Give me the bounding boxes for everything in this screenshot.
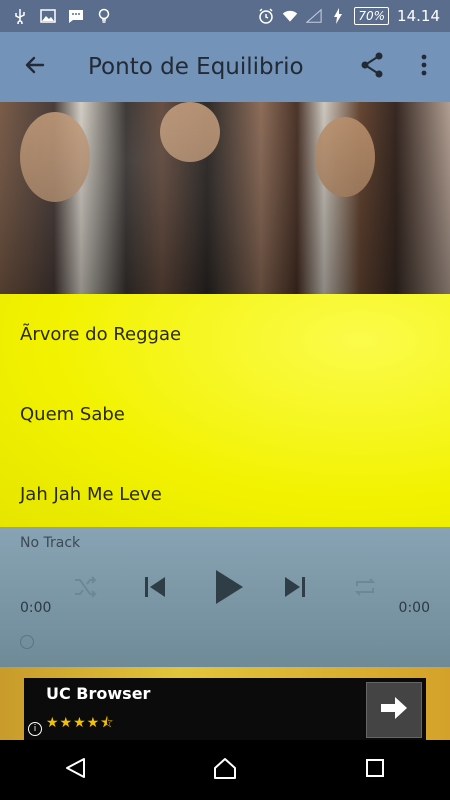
nav-home-button[interactable] [195,740,255,800]
banner-overlay [0,102,450,294]
battery-level: 70% [354,7,390,25]
overflow-menu-icon [421,54,427,80]
share-button[interactable] [346,32,398,102]
app-bar: Ponto de Equilibrio [0,32,450,102]
next-icon [283,575,307,603]
overflow-menu-button[interactable] [398,32,450,102]
nav-back-button[interactable] [45,740,105,800]
recents-nav-icon [365,758,385,782]
share-icon [360,52,384,82]
shuffle-icon [73,576,97,602]
next-button[interactable] [275,569,315,609]
alarm-icon [258,8,274,24]
previous-button[interactable] [135,569,175,609]
track-item[interactable]: Jah Jah Me Leve [0,454,450,534]
arrow-right-icon [379,695,409,725]
repeat-icon [353,576,377,602]
status-bar: 70% 14.14 [0,0,450,32]
track-item[interactable]: Ãrvore do Reggae [0,294,450,374]
player-panel: No Track 0:00 0:00 [0,527,450,667]
play-button[interactable] [207,565,251,613]
shuffle-button[interactable] [65,569,105,609]
back-arrow-icon [23,53,47,81]
track-item[interactable]: Quem Sabe [0,374,450,454]
seek-bar-handle[interactable] [20,635,34,649]
notification-icons [0,8,112,24]
ad-banner[interactable]: UC Browser ★★★★⯪ i [0,667,450,740]
system-status: 70% 14.14 [258,7,450,25]
home-nav-icon [213,757,237,783]
ad-open-button[interactable] [366,682,422,738]
back-nav-icon [64,757,86,783]
app-bar-actions [346,32,450,102]
total-duration: 0:00 [398,600,430,616]
image-icon [40,8,56,24]
previous-icon [143,575,167,603]
clock: 14.14 [397,7,440,25]
now-playing-label: No Track [20,535,81,551]
repeat-button[interactable] [345,569,385,609]
usb-icon [12,8,28,24]
track-list: Ãrvore do Reggae Quem Sabe Jah Jah Me Le… [0,294,450,527]
system-nav-bar [0,740,450,800]
play-icon [214,569,244,609]
back-button[interactable] [0,32,70,102]
ad-info-icon[interactable]: i [28,722,42,736]
page-title: Ponto de Equilibrio [88,54,304,80]
ad-app-name: UC Browser [46,684,151,703]
signal-icon [306,8,323,24]
wifi-icon [282,8,298,24]
bbm-icon [68,8,84,24]
ad-content[interactable]: UC Browser ★★★★⯪ i [24,678,426,740]
bulb-icon [96,8,112,24]
nav-recents-button[interactable] [345,740,405,800]
artist-banner-image [0,102,450,294]
ad-rating-stars: ★★★★⯪ [46,715,115,731]
charging-icon [330,8,346,24]
elapsed-time: 0:00 [20,600,52,616]
